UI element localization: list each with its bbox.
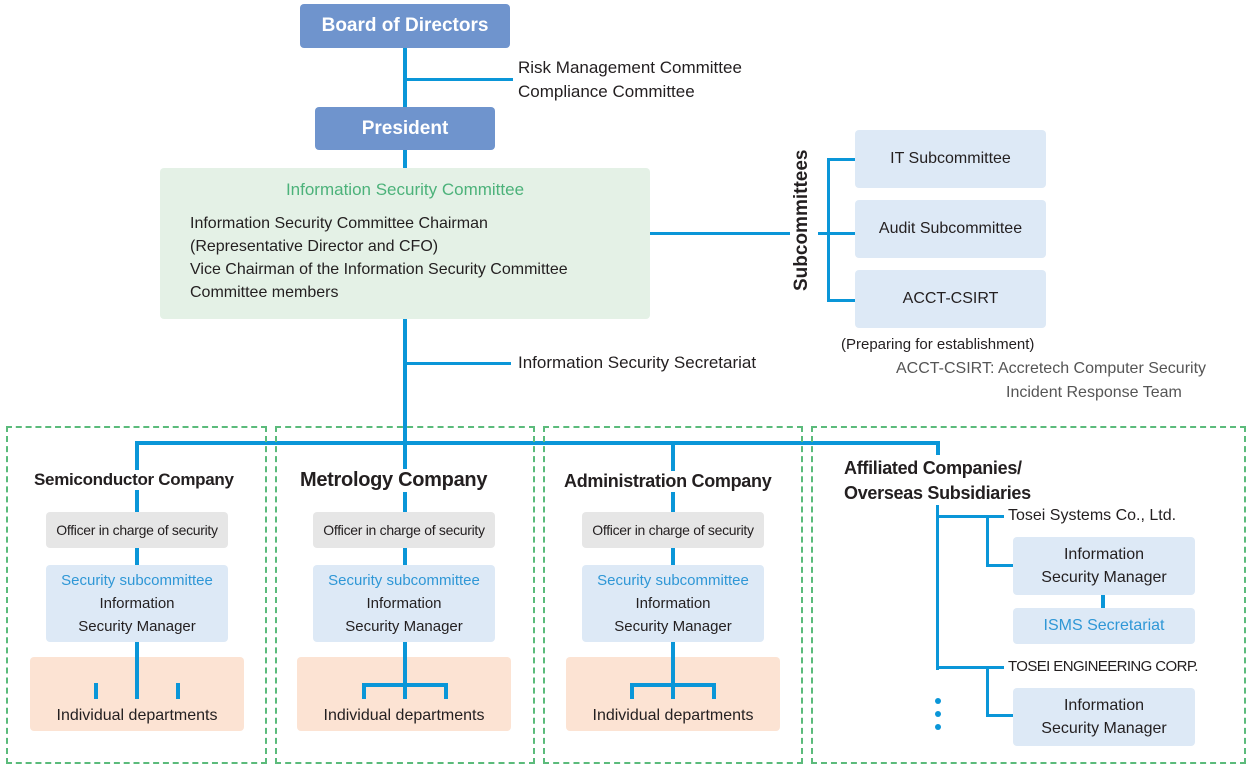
connector-sub-audit bbox=[827, 232, 855, 235]
connector-subcommittee-vertical bbox=[827, 158, 830, 302]
tosei-systems-branch bbox=[936, 515, 1004, 518]
tosei-engineering-label: TOSEI ENGINEERING CORP. bbox=[1008, 658, 1198, 675]
connector-sub-csirt bbox=[827, 299, 855, 302]
metrology-security-subcommittee-box: Security subcommittee Information Securi… bbox=[313, 565, 495, 642]
metrology-dept-left bbox=[362, 683, 366, 699]
tosei-systems-to-manager bbox=[986, 564, 1014, 567]
tosei-engineering-manager-line2: Security Manager bbox=[1041, 720, 1167, 737]
isms-connector bbox=[1101, 595, 1105, 608]
tosei-engineering-manager-line1: Information bbox=[1063, 697, 1145, 714]
audit-subcommittee-box: Audit Subcommittee bbox=[855, 200, 1046, 258]
isms-secretariat-label: ISMS Secretariat bbox=[1043, 617, 1165, 634]
compliance-committee-label: Compliance Committee bbox=[518, 82, 695, 101]
tosei-engineering-to-manager bbox=[986, 714, 1014, 717]
semiconductor-subcommittee-label: Security subcommittee bbox=[61, 572, 213, 589]
metrology-subcommittee-label: Security subcommittee bbox=[328, 572, 480, 589]
isms-secretariat-box: ISMS Secretariat bbox=[1013, 608, 1195, 644]
metrology-dept-stem bbox=[403, 657, 407, 699]
board-of-directors-label: Board of Directors bbox=[321, 15, 489, 36]
affiliates-title-line2: Overseas Subsidiaries bbox=[844, 483, 1031, 503]
isc-vice-chairman: Vice Chairman of the Information Securit… bbox=[190, 261, 568, 278]
administration-dept-bar bbox=[630, 683, 716, 687]
csirt-footnote-line2: Incident Response Team bbox=[1006, 384, 1182, 401]
semiconductor-dept-stem bbox=[135, 657, 139, 699]
administration-officer-box: Officer in charge of security bbox=[582, 512, 764, 548]
metrology-manager-line1: Information bbox=[366, 595, 442, 612]
information-security-committee-box: Information Security Committee Informati… bbox=[160, 168, 650, 319]
metrology-dept-right bbox=[444, 683, 448, 699]
administration-manager-line1: Information bbox=[635, 595, 711, 612]
csirt-footnote-line1: ACCT-CSIRT: Accretech Computer Security bbox=[896, 360, 1207, 377]
acct-csirt-label: ACCT-CSIRT bbox=[902, 290, 999, 307]
metrology-officer-box: Officer in charge of security bbox=[313, 512, 495, 548]
semiconductor-company-title: Semiconductor Company bbox=[32, 470, 236, 490]
administration-manager-line2: Security Manager bbox=[614, 618, 732, 635]
affiliates-drop bbox=[936, 441, 940, 455]
metrology-manager-line2: Security Manager bbox=[345, 618, 463, 635]
it-subcommittee-label: IT Subcommittee bbox=[890, 150, 1011, 167]
president-label: President bbox=[361, 117, 449, 139]
it-subcommittee-box: IT Subcommittee bbox=[855, 130, 1046, 188]
administration-officer-label: Officer in charge of security bbox=[592, 522, 754, 538]
semiconductor-security-subcommittee-box: Security subcommittee Information Securi… bbox=[46, 565, 228, 642]
semiconductor-manager-line2: Security Manager bbox=[78, 618, 196, 635]
affiliates-title: Affiliated Companies/ Overseas Subsidiar… bbox=[844, 456, 1031, 506]
connector-secretariat-branch bbox=[403, 362, 511, 365]
board-of-directors-box: Board of Directors bbox=[300, 4, 510, 48]
tosei-engineering-manager-box: Information Security Manager bbox=[1013, 688, 1195, 746]
acct-csirt-box: ACCT-CSIRT bbox=[855, 270, 1046, 328]
affiliates-title-line1: Affiliated Companies/ bbox=[844, 458, 1022, 478]
semiconductor-manager-line1: Information bbox=[99, 595, 175, 612]
isc-members: Information Security Committee Chairman … bbox=[190, 212, 568, 304]
semiconductor-officer-label: Officer in charge of security bbox=[56, 522, 218, 538]
isc-committee-members: Committee members bbox=[190, 284, 339, 301]
tosei-systems-manager-box: Information Security Manager bbox=[1013, 537, 1195, 595]
tosei-engineering-stem bbox=[986, 666, 989, 717]
information-security-secretariat-label: Information Security Secretariat bbox=[518, 353, 757, 372]
tosei-systems-stem bbox=[986, 515, 989, 567]
administration-dept-right bbox=[712, 683, 716, 699]
administration-security-subcommittee-box: Security subcommittee Information Securi… bbox=[582, 565, 764, 642]
metrology-dept-bar bbox=[362, 683, 448, 687]
isc-chairman-role: (Representative Director and CFO) bbox=[190, 238, 439, 255]
semiconductor-dept-right bbox=[176, 683, 180, 699]
continuation-dot bbox=[935, 711, 941, 717]
metrology-company-title: Metrology Company bbox=[298, 469, 490, 492]
tosei-engineering-branch bbox=[936, 666, 1004, 669]
semiconductor-dept-left bbox=[94, 683, 98, 699]
semiconductor-officer-box: Officer in charge of security bbox=[46, 512, 228, 548]
affiliates-vertical bbox=[936, 505, 939, 670]
semiconductor-departments-label: Individual departments bbox=[56, 707, 218, 724]
audit-subcommittee-label: Audit Subcommittee bbox=[878, 220, 1023, 237]
tosei-systems-manager-line1: Information bbox=[1063, 546, 1145, 563]
metrology-officer-label: Officer in charge of security bbox=[323, 522, 485, 538]
metrology-departments-label: Individual departments bbox=[323, 707, 485, 724]
administration-company-title: Administration Company bbox=[562, 471, 774, 492]
connector-risk-branch bbox=[403, 78, 513, 81]
tosei-systems-manager-line2: Security Manager bbox=[1041, 569, 1167, 586]
continuation-dot bbox=[935, 724, 941, 730]
isc-chairman: Information Security Committee Chairman bbox=[190, 215, 488, 232]
isc-title: Information Security Committee bbox=[285, 180, 525, 199]
president-box: President bbox=[315, 107, 495, 150]
continuation-dot bbox=[935, 698, 941, 704]
tosei-systems-label: Tosei Systems Co., Ltd. bbox=[1008, 507, 1177, 524]
administration-dept-left bbox=[630, 683, 634, 699]
risk-management-committee-label: Risk Management Committee bbox=[518, 58, 742, 77]
csirt-preparing-note: (Preparing for establishment) bbox=[841, 336, 1035, 353]
connector-sub-it bbox=[827, 158, 855, 161]
administration-subcommittee-label: Security subcommittee bbox=[597, 572, 749, 589]
subcommittees-label: Subcommittees bbox=[791, 149, 813, 291]
administration-dept-stem bbox=[671, 657, 675, 699]
administration-departments-label: Individual departments bbox=[592, 707, 754, 724]
connector-subcommittee-branch bbox=[650, 232, 790, 235]
